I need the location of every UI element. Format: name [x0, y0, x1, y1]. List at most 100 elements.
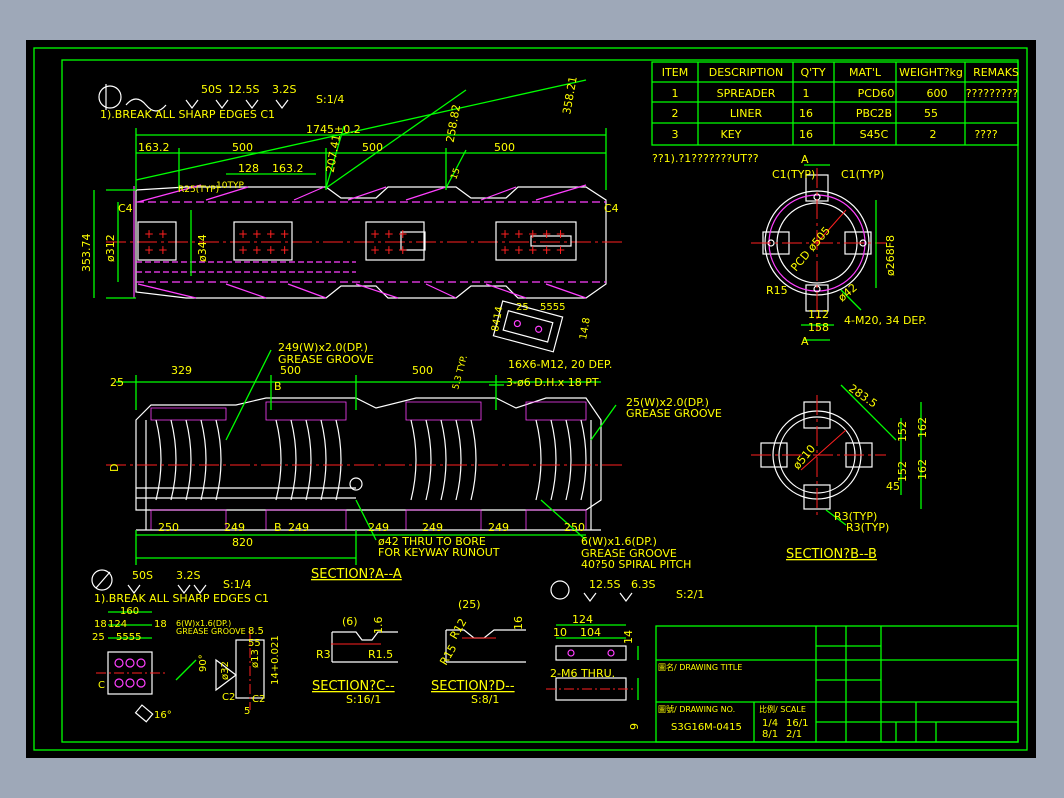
key-14: 14	[622, 630, 635, 644]
end-a-top: A	[801, 153, 809, 166]
liner-detail: 160 18 124 18 25 5555 6(W)x1.6(DP.) GREA…	[92, 606, 281, 723]
liner-c: C	[98, 680, 105, 691]
end-268: ø268F8	[884, 235, 897, 276]
svg-text:+ + + +: + + + +	[238, 243, 290, 257]
tap-note: 16X6-M12, 20 DEP.	[508, 358, 612, 371]
liner-8-5: 8.5	[248, 626, 264, 637]
key-9: 9	[628, 723, 641, 730]
bottom-finish-32s: 3.2S	[176, 569, 200, 582]
end-112: 112	[808, 308, 829, 321]
cc-r3: R3	[316, 648, 331, 661]
top-scale: S:1/4	[316, 93, 344, 106]
liner-groove-b: GREASE GROOVE	[176, 627, 246, 636]
key-finish-125s: 12.5S	[589, 578, 620, 591]
bottom-scale: S:1/4	[223, 578, 251, 591]
dim-249d: 249	[422, 521, 443, 534]
cc-r15: R1.5	[368, 648, 393, 661]
liner-18a: 18	[94, 619, 107, 630]
dim-249c: 249	[368, 521, 389, 534]
bom-cell: LINER	[730, 107, 763, 120]
bom-cell: 2	[672, 107, 679, 120]
liner-32: ø32	[220, 661, 231, 680]
end-m20: 4-M20, 34 DEP.	[844, 314, 927, 327]
section-bb-title: SECTION?B--B	[786, 547, 877, 562]
bottom-note: 1).BREAK ALL SHARP EDGES C1	[94, 592, 269, 605]
bom-cell: KEY	[721, 128, 742, 141]
section-cc-title: SECTION?C--	[312, 679, 395, 694]
liner-c2b: C2	[252, 694, 265, 705]
dim-358: 358.21	[560, 75, 579, 115]
key-m6: 2-M6 THRU.	[550, 667, 615, 680]
dim-250a: 250	[158, 521, 179, 534]
svg-text:+ +: + +	[144, 243, 168, 257]
tb-scale-1: 1/4	[762, 718, 778, 729]
cc-6: (6)	[342, 615, 358, 628]
dim-500-aa1: 500	[280, 364, 301, 377]
section-b-label-top: B	[274, 380, 282, 393]
bom-cell: SPREADER	[717, 87, 776, 100]
tb-scale-4: 2/1	[786, 729, 802, 740]
section-dd-view: (25) R12 R15 16 SECTION?D-- S:8/1	[431, 598, 526, 706]
key-104: 104	[580, 626, 601, 639]
key-dim-5555: 5555	[540, 302, 565, 313]
bb-45: 45	[886, 480, 900, 493]
section-aa-view: 249(W)x2.0(DP.) GREASE GROOVE 25(W)x2.0(…	[106, 341, 722, 582]
groove2-note-b: GREASE GROOVE	[626, 407, 722, 420]
bom-cell: S45C	[860, 128, 889, 141]
bom-cell: 2	[930, 128, 937, 141]
svg-text:+ + +: + + +	[370, 243, 408, 257]
bom-cell: 1	[803, 87, 810, 100]
bom-cell: 55	[924, 107, 938, 120]
dim-500a: 500	[232, 141, 253, 154]
tb-scale-label: 比例/ SCALE	[759, 704, 806, 714]
dim-249a: 249	[224, 521, 245, 534]
top-note: 1).BREAK ALL SHARP EDGES C1	[100, 108, 275, 121]
bom-header-qty: Q'TY	[800, 66, 825, 79]
end-pcd: PCD ø505	[788, 224, 833, 274]
svg-text:+ + + +: + + + +	[238, 227, 290, 241]
bb-r3b: R3(TYP)	[846, 521, 889, 534]
liner-55: 55	[248, 638, 261, 649]
liner-90: 90°	[198, 654, 209, 672]
section-dd-scale: S:8/1	[471, 693, 499, 706]
section-bb-view: 283.5 ø510 152 152 162 162 45 R3(TYP) R3…	[751, 382, 929, 562]
bottom-notes: 50S 3.2S S:1/4 1).BREAK ALL SHARP EDGES …	[91, 569, 269, 605]
dim-258: 258.82	[444, 103, 463, 143]
finish-125s: 12.5S	[228, 83, 259, 96]
dd-25: (25)	[458, 598, 481, 611]
bom-cell: ????	[974, 128, 998, 141]
tb-drawing-title-label: 圖名/ DRAWING TITLE	[658, 662, 742, 672]
dim-820: 820	[232, 536, 253, 549]
dim-250b: 250	[564, 521, 585, 534]
bom-header-weight: WEIGHT?kg	[899, 66, 963, 79]
dim-15: 15	[449, 167, 462, 181]
dim-128: 128	[238, 162, 259, 175]
tb-drawing-no-label: 圖號/ DRAWING NO.	[658, 704, 735, 714]
bom-cell: PBC2B	[856, 107, 892, 120]
groove3-note-c: 40?50 SPIRAL PITCH	[581, 558, 691, 571]
bom-cell: 1	[672, 87, 679, 100]
bom-cell: 3	[672, 128, 679, 141]
finish-50s: 50S	[201, 83, 222, 96]
title-block: 圖名/ DRAWING TITLE 圖號/ DRAWING NO. 比例/ SC…	[655, 625, 1019, 743]
tb-scale-3: 8/1	[762, 729, 778, 740]
key-dim-25: 25	[516, 302, 529, 313]
dim-typ: 5.3 TYP.	[451, 354, 470, 390]
bom-cell: 16	[799, 128, 813, 141]
bom-header-description: DESCRIPTION	[709, 66, 783, 79]
section-cc-scale: S:16/1	[346, 693, 381, 706]
dim-c4-left: C4	[118, 202, 133, 215]
svg-text:+ + + + +: + + + + +	[500, 243, 566, 257]
end-c1-left: C1(TYP)	[772, 168, 815, 181]
bom-header-item: ITEM	[662, 66, 688, 79]
dim-163-2b: 163.2	[272, 162, 304, 175]
end-dia-42: ø42	[836, 281, 860, 304]
section-cc-view: (6) 1.6 R3 R1.5 SECTION?C-- S:16/1	[312, 615, 398, 706]
liner-14: 14+0.021	[270, 635, 281, 685]
drawing-sheet: ITEM DESCRIPTION Q'TY MAT'L WEIGHT?kg RE…	[26, 40, 1036, 758]
tb-drawing-no: S3G16M-0415	[671, 722, 742, 733]
key-finish-63s: 6.3S	[631, 578, 655, 591]
liner-5: 5	[244, 706, 250, 717]
bb-162a: 162	[916, 417, 929, 438]
dim-163-2a: 163.2	[138, 141, 170, 154]
